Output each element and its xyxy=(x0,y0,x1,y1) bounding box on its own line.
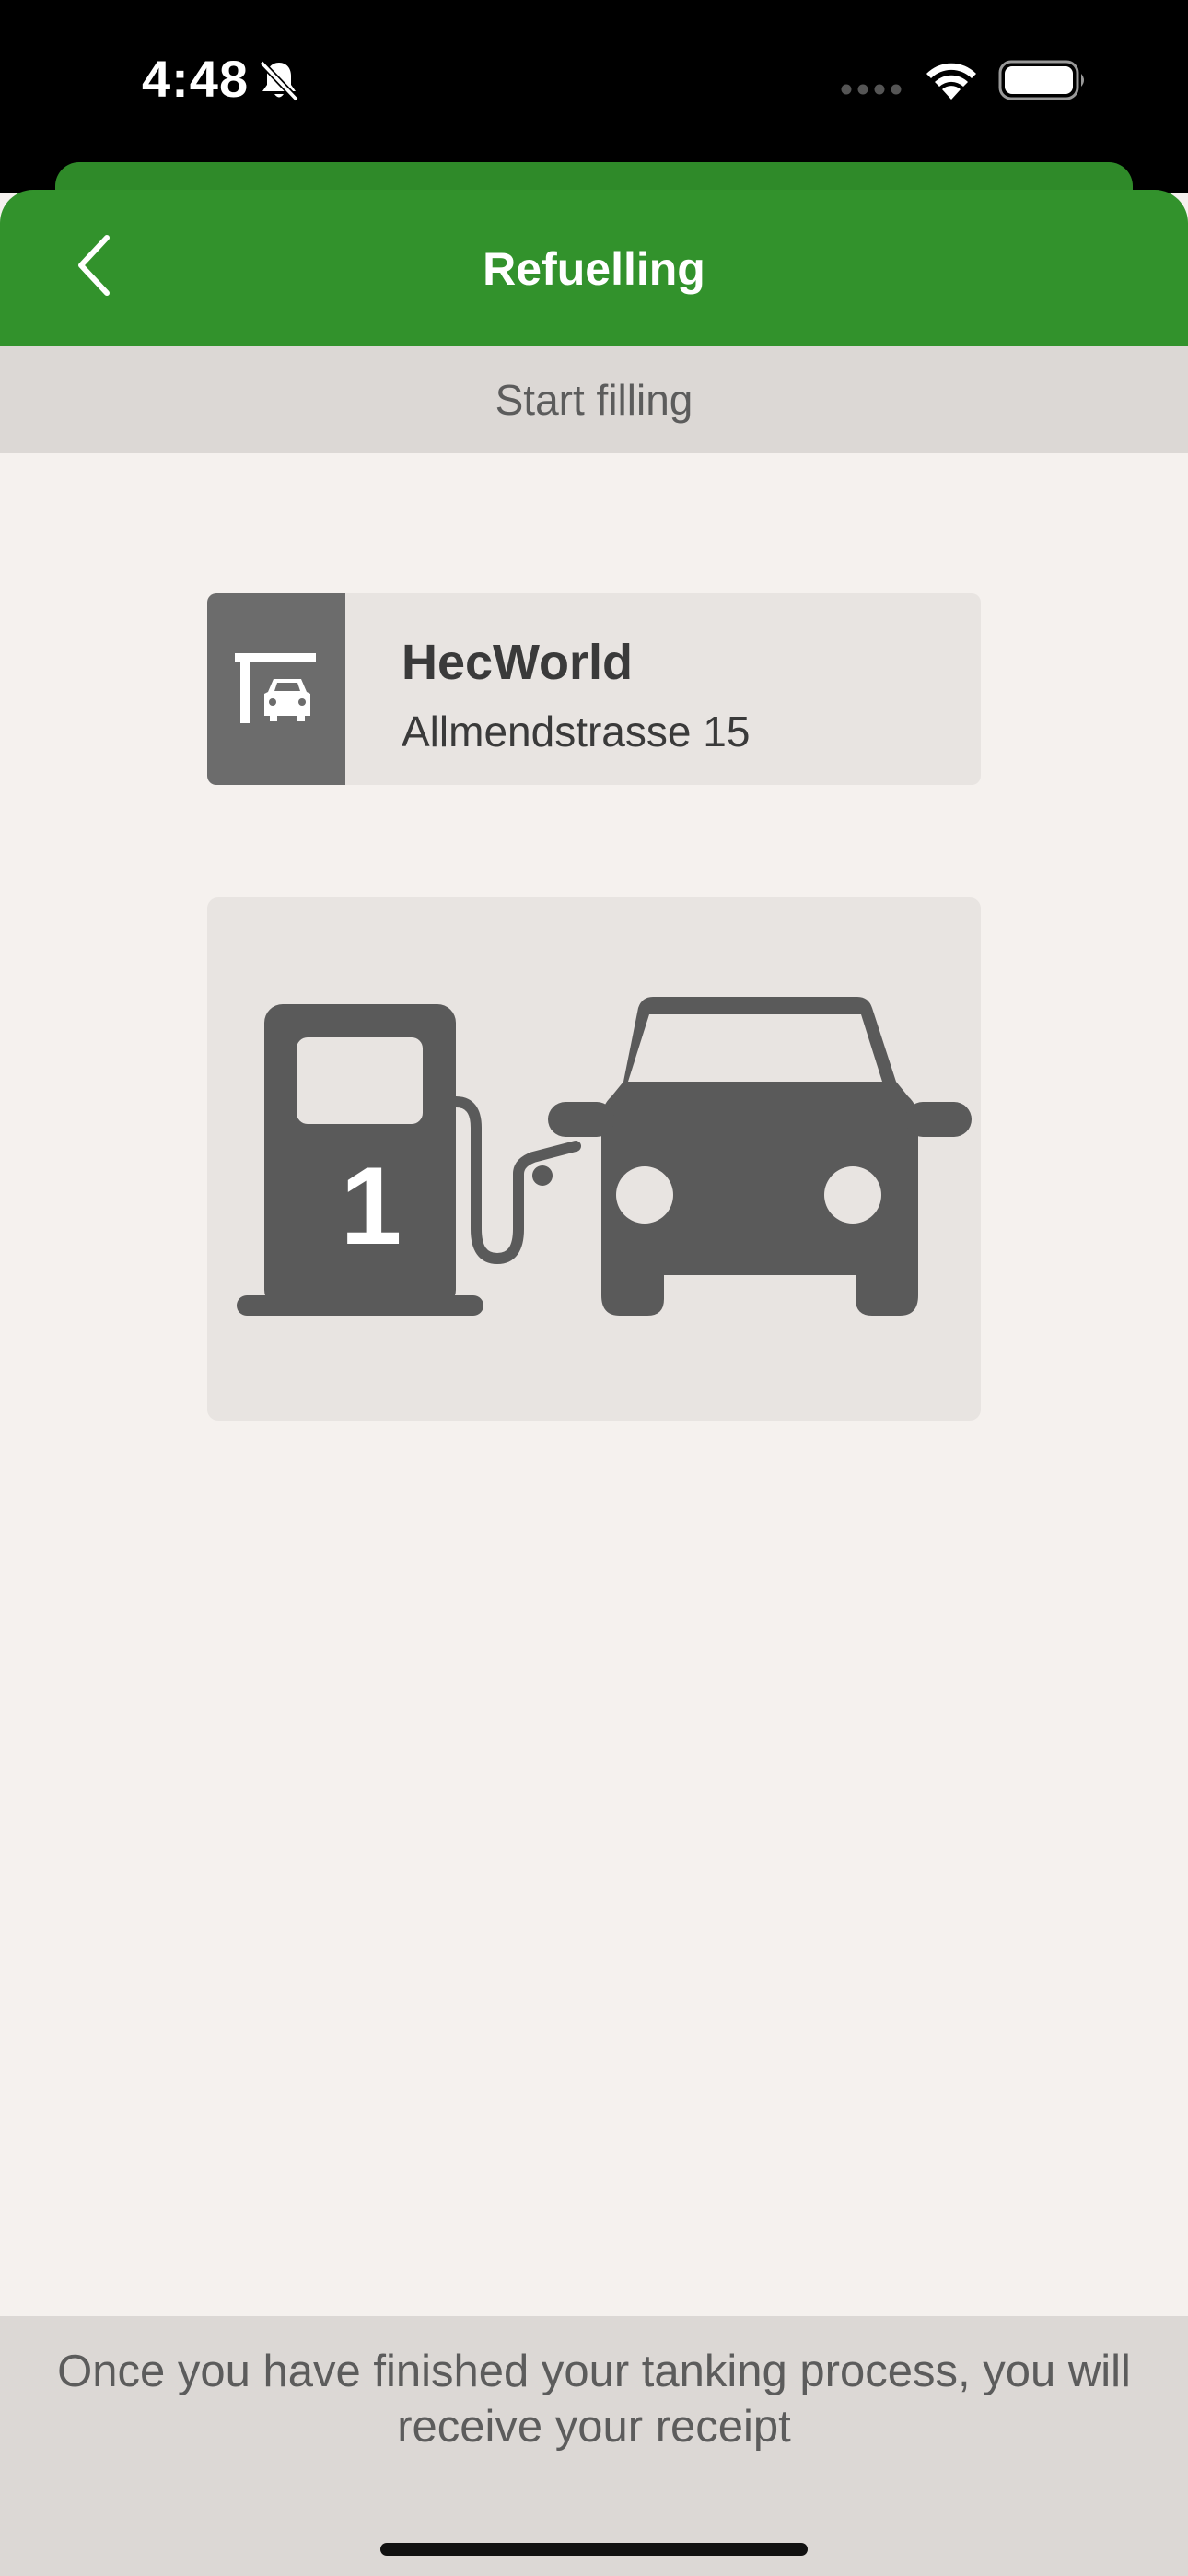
bell-slash-icon xyxy=(259,60,299,102)
header-bar: Refuelling xyxy=(0,190,1188,346)
status-time: 4:48 xyxy=(142,50,250,108)
step-banner: Start filling xyxy=(0,346,1188,453)
receipt-info-message: Once you have finished your tanking proc… xyxy=(57,2347,1131,2452)
gas-station-car-icon xyxy=(235,653,316,723)
pump-illustration-card: 1 xyxy=(207,897,981,1421)
station-card: HecWorld Allmendstrasse 15 xyxy=(207,593,981,785)
step-label: Start filling xyxy=(495,376,693,424)
wifi-icon xyxy=(926,63,976,100)
station-name: HecWorld xyxy=(402,635,634,690)
home-indicator[interactable] xyxy=(380,2543,808,2556)
battery-icon xyxy=(998,60,1084,100)
station-address: Allmendstrasse 15 xyxy=(402,708,751,755)
station-icon-box xyxy=(207,593,345,785)
car-icon xyxy=(548,997,972,1316)
page-title: Refuelling xyxy=(483,243,705,295)
pump-number: 1 xyxy=(340,1144,402,1268)
footer-info-bar: Once you have finished your tanking proc… xyxy=(0,2316,1188,2576)
cellular-dots-icon xyxy=(841,84,902,95)
